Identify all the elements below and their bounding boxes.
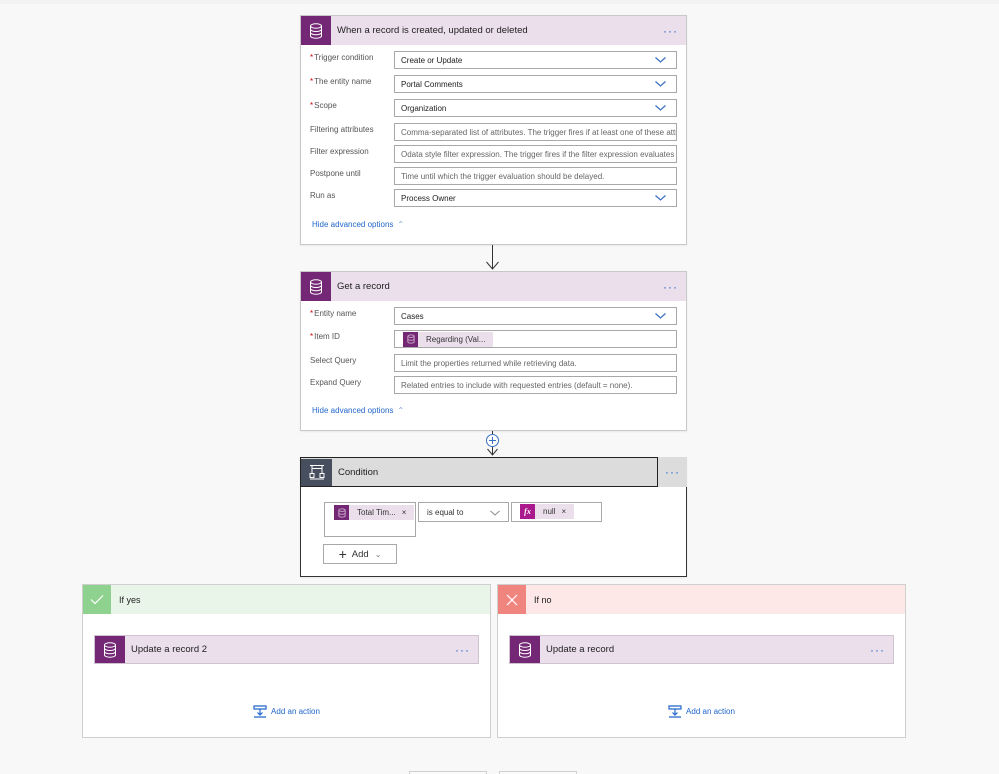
field-row-trigger-condition: *Trigger condition Create or Update [301, 51, 686, 69]
expression-token[interactable]: fx null × [520, 504, 575, 519]
field-row-run-as: Run as Process Owner [301, 189, 686, 207]
condition-left-operand[interactable]: Total Tim... × [324, 502, 416, 537]
more-options-icon[interactable]: ··· [663, 281, 678, 293]
fx-icon: fx [520, 504, 535, 519]
field-row-filtering-attributes: Filtering attributes Comma-separated lis… [301, 123, 686, 141]
if-yes-title: If yes [119, 594, 141, 605]
chevron-down-icon: ⌄ [374, 549, 382, 559]
scope-dropdown[interactable]: Organization [394, 99, 677, 117]
chevron-down-icon [655, 313, 666, 319]
condition-icon [301, 458, 332, 486]
get-record-card: Get a record ··· *Entity name Cases *Ite… [300, 271, 687, 431]
chevron-down-icon [490, 510, 500, 516]
more-options-icon[interactable]: ··· [665, 466, 680, 478]
trigger-condition-dropdown[interactable]: Create or Update [394, 51, 677, 69]
if-no-branch: If no Update a record ··· Add an action [497, 584, 906, 738]
hide-advanced-options-link[interactable]: Hide advanced options ⌃ [312, 406, 404, 415]
update-record-card[interactable]: Update a record ··· [509, 635, 894, 664]
more-options-icon[interactable]: ··· [455, 644, 470, 656]
insert-step-button[interactable] [486, 434, 499, 447]
run-as-dropdown[interactable]: Process Owner [394, 189, 677, 207]
field-label: *Entity name [310, 309, 357, 318]
database-icon [301, 16, 331, 45]
top-band [0, 0, 999, 4]
trigger-card: When a record is created, updated or del… [300, 15, 687, 245]
action-title: Update a record 2 [131, 644, 208, 655]
field-label: Select Query [310, 356, 357, 365]
field-label: Expand Query [310, 378, 362, 387]
plus-icon [489, 437, 496, 444]
condition-right-operand[interactable]: fx null × [511, 502, 602, 522]
action-title: Update a record [546, 644, 615, 655]
database-icon [95, 636, 125, 663]
update-record-2-card[interactable]: Update a record 2 ··· [94, 635, 479, 664]
filter-expression-input[interactable]: Odata style filter expression. The trigg… [394, 145, 677, 163]
close-icon [498, 585, 526, 614]
select-query-input[interactable]: Limit the properties returned while retr… [394, 354, 677, 372]
chevron-up-icon: ⌃ [397, 220, 405, 229]
field-label: Postpone until [310, 169, 361, 178]
more-options-icon[interactable]: ··· [663, 25, 678, 37]
add-condition-button[interactable]: + Add ⌄ [323, 544, 397, 564]
field-row-item-id: *Item ID Regarding (Val... [301, 330, 686, 348]
if-no-header: If no [498, 585, 905, 614]
more-options-icon[interactable]: ··· [870, 644, 885, 656]
dynamic-content-token[interactable]: Total Tim... × [334, 505, 415, 520]
filtering-attributes-input[interactable]: Comma-separated list of attributes. The … [394, 123, 677, 141]
item-id-input[interactable]: Regarding (Val... [394, 330, 677, 348]
database-icon [510, 636, 540, 663]
entity-name-dropdown[interactable]: Cases [394, 307, 677, 325]
if-yes-header: If yes [83, 585, 490, 614]
database-icon [334, 505, 349, 520]
checkmark-icon [83, 585, 111, 614]
if-yes-branch: If yes Update a record 2 ··· Add an acti… [82, 584, 491, 738]
get-record-card-header[interactable]: Get a record ··· [301, 272, 686, 301]
chevron-down-icon [655, 105, 666, 111]
field-label: Filter expression [310, 147, 369, 156]
field-row-select-query: Select Query Limit the properties return… [301, 354, 686, 372]
chevron-down-icon [655, 57, 666, 63]
field-row-entity-name: *The entity name Portal Comments [301, 75, 686, 93]
database-icon [301, 272, 331, 301]
trigger-title: When a record is created, updated or del… [337, 25, 528, 36]
condition-operator-dropdown[interactable]: is equal to [418, 502, 509, 522]
field-label: Filtering attributes [310, 125, 374, 134]
condition-more-button[interactable]: ··· [658, 457, 687, 487]
database-icon [403, 331, 418, 347]
plus-icon: + [338, 546, 347, 562]
add-an-action-button[interactable]: Add an action [498, 705, 905, 718]
field-row-postpone-until: Postpone until Time until which the trig… [301, 167, 686, 185]
trigger-card-header[interactable]: When a record is created, updated or del… [301, 16, 686, 45]
arrow-down-icon [486, 261, 499, 270]
field-row-filter-expression: Filter expression Odata style filter exp… [301, 145, 686, 163]
field-label: *The entity name [310, 77, 372, 86]
chevron-down-icon [655, 81, 666, 87]
remove-token-icon[interactable]: × [402, 508, 407, 517]
add-action-icon [668, 705, 682, 718]
if-no-title: If no [534, 594, 552, 605]
arrow-down-icon [487, 448, 498, 456]
field-row-scope: *Scope Organization [301, 99, 686, 117]
condition-card-header[interactable]: Condition [300, 457, 658, 487]
get-record-title: Get a record [337, 281, 390, 292]
field-label: *Trigger condition [310, 53, 374, 62]
chevron-down-icon [655, 195, 666, 201]
field-label: *Scope [310, 101, 337, 110]
hide-advanced-options-link[interactable]: Hide advanced options ⌃ [312, 220, 404, 229]
remove-token-icon[interactable]: × [561, 507, 566, 516]
dynamic-content-token[interactable]: Regarding (Val... [403, 331, 494, 347]
field-row-expand-query: Expand Query Related entries to include … [301, 376, 686, 394]
field-label: Run as [310, 191, 336, 200]
chevron-up-icon: ⌃ [397, 406, 405, 415]
add-an-action-button[interactable]: Add an action [83, 705, 490, 718]
entity-name-dropdown[interactable]: Portal Comments [394, 75, 677, 93]
condition-title: Condition [338, 466, 379, 478]
postpone-until-input[interactable]: Time until which the trigger evaluation … [394, 167, 677, 185]
field-row-entity-name: *Entity name Cases [301, 307, 686, 325]
expand-query-input[interactable]: Related entries to include with requeste… [394, 376, 677, 394]
field-label: *Item ID [310, 332, 340, 341]
add-action-icon [253, 705, 267, 718]
